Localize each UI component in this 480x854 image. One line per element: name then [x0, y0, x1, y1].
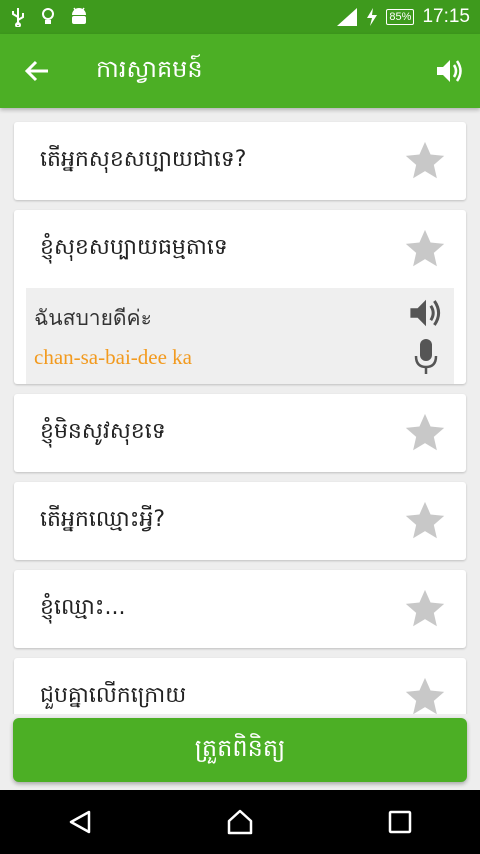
navigation-bar — [0, 790, 480, 854]
translation-panel: ฉันสบายดีค่ะ chan-sa-bai-dee ka — [26, 288, 454, 384]
phrase-text: ខ្ញុំមិនសូវសុខទេ — [40, 419, 166, 444]
phrase-card[interactable]: តើអ្នកសុខសប្បាយជាទេ? — [14, 122, 466, 200]
phrase-card[interactable]: ខ្ញុំឈ្មោះ... — [14, 570, 466, 648]
check-button-label: ត្រួតពិនិត្យ — [194, 733, 286, 762]
phrase-card[interactable]: តើអ្នកឈ្មោះអ្វី? — [14, 482, 466, 560]
nav-home-button[interactable] — [210, 792, 270, 852]
square-recents-icon — [388, 810, 412, 834]
sound-button[interactable] — [420, 34, 480, 108]
star-icon[interactable] — [402, 498, 448, 544]
speaker-icon[interactable] — [408, 296, 444, 330]
page-title: ការស្វាគមន៍ — [96, 54, 203, 83]
arrow-back-icon — [24, 60, 48, 82]
nav-back-button[interactable] — [50, 792, 110, 852]
phrase-text: ខ្ញុំឈ្មោះ... — [40, 595, 126, 620]
star-icon[interactable] — [402, 226, 448, 272]
phrase-text: ខ្ញុំសុខសប្បាយធម្មតាទេ — [40, 235, 228, 260]
triangle-back-icon — [69, 810, 91, 834]
volume-icon — [437, 60, 462, 82]
phrase-text: តើអ្នកសុខសប្បាយជាទេ? — [40, 147, 247, 172]
star-icon[interactable] — [402, 586, 448, 632]
romanized-text: chan-sa-bai-dee ka — [34, 345, 192, 369]
charging-icon — [367, 8, 378, 26]
phrase-card-expanded[interactable]: ខ្ញុំសុខសប្បាយធម្មតាទេ ฉันสบายดีค่ะ chan… — [14, 210, 466, 384]
star-icon[interactable] — [402, 410, 448, 456]
star-icon[interactable] — [402, 674, 448, 714]
usb-icon — [12, 8, 24, 27]
phrase-card[interactable]: ខ្ញុំមិនសូវសុខទេ — [14, 394, 466, 472]
star-icon[interactable] — [402, 138, 448, 184]
nav-recents-button[interactable] — [370, 792, 430, 852]
status-time: 17:15 — [422, 6, 470, 27]
phrase-card[interactable]: ជួបគ្នាលើកក្រោយ — [14, 658, 466, 714]
app-bar: ការស្វាគមន៍ — [0, 34, 480, 108]
bulb-icon — [42, 8, 54, 24]
microphone-icon[interactable] — [414, 338, 438, 376]
battery-indicator: 85% — [386, 9, 415, 25]
check-button[interactable]: ត្រួតពិនិត្យ — [13, 718, 467, 782]
home-icon — [227, 809, 253, 835]
translation-text: ฉันสบายดีค่ะ — [34, 306, 152, 330]
phrase-text: តើអ្នកឈ្មោះអ្វី? — [40, 507, 166, 532]
status-bar: 85% 17:15 — [0, 0, 480, 34]
android-icon — [72, 7, 86, 24]
phrase-list[interactable]: តើអ្នកសុខសប្បាយជាទេ? ខ្ញុំសុខសប្បាយធម្មត… — [0, 108, 480, 714]
phrase-text: ជួបគ្នាលើកក្រោយ — [40, 683, 187, 708]
back-button[interactable] — [0, 34, 74, 108]
signal-icon — [337, 8, 358, 26]
